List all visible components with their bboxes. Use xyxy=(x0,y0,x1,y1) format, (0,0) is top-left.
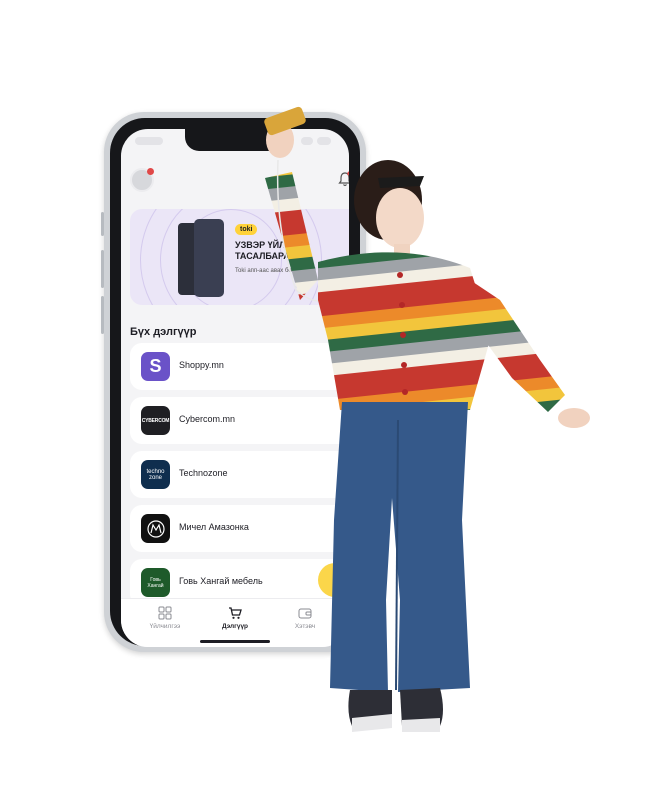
right-hand xyxy=(558,408,590,428)
woman-photo xyxy=(264,106,590,732)
wide-leg-jeans xyxy=(330,402,470,692)
striped-cardigan xyxy=(318,252,490,410)
face xyxy=(376,188,424,248)
raised-sleeve xyxy=(265,172,318,300)
